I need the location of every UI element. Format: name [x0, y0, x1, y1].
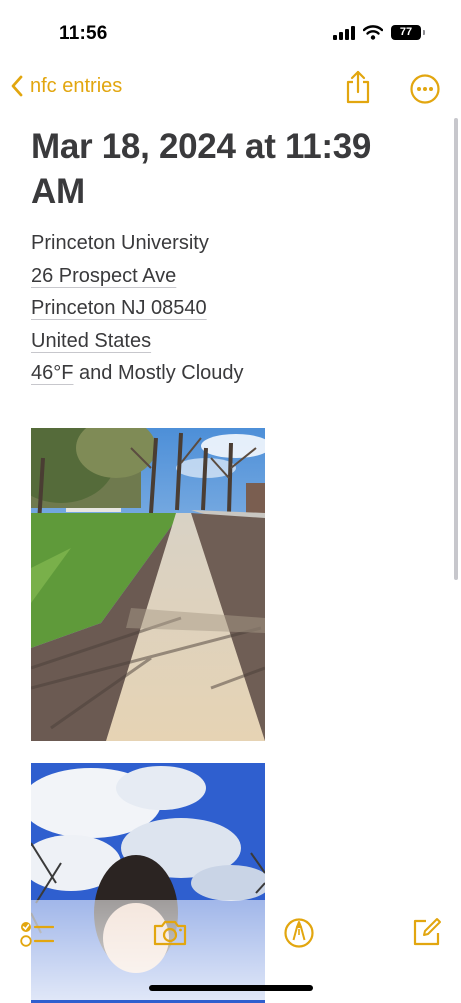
note-title: Mar 18, 2024 at 11:39 AM	[31, 127, 372, 211]
share-button[interactable]	[343, 70, 373, 109]
status-bar: 11:56 77	[0, 0, 461, 66]
note-location-block: Princeton University 26 Prospect Ave Pri…	[31, 227, 431, 390]
sidewalk-photo-image	[31, 428, 265, 741]
checklist-button[interactable]	[20, 920, 55, 953]
chevron-left-icon	[11, 75, 23, 97]
markup-pen-icon	[284, 918, 314, 948]
more-icon	[410, 74, 440, 104]
share-icon	[346, 70, 370, 104]
more-button[interactable]	[409, 73, 441, 110]
address-city-link[interactable]: Princeton NJ 08540	[31, 297, 207, 319]
wifi-icon	[363, 25, 383, 40]
nav-bar: nfc entries	[0, 66, 461, 112]
status-time: 11:56	[59, 23, 108, 44]
camera-icon	[153, 920, 187, 946]
temperature-link[interactable]: 46°F	[31, 362, 73, 384]
back-button[interactable]: nfc entries	[10, 74, 122, 98]
battery-level: 77	[399, 26, 413, 38]
back-label: nfc entries	[30, 74, 123, 97]
checklist-icon	[20, 922, 55, 947]
cellular-signal-icon	[333, 25, 355, 40]
address-country-link[interactable]: United States	[31, 330, 151, 352]
address-street-link[interactable]: 26 Prospect Ave	[31, 265, 176, 287]
compose-icon	[413, 918, 441, 946]
weather-text: and Mostly Cloudy	[73, 362, 244, 385]
battery-icon: 77	[391, 25, 425, 40]
compose-button[interactable]	[411, 916, 443, 953]
home-indicator[interactable]	[149, 985, 313, 991]
scroll-indicator[interactable]	[454, 118, 458, 580]
status-icons: 77	[333, 25, 425, 40]
sidewalk-photo[interactable]	[31, 428, 265, 741]
markup-button[interactable]	[283, 917, 315, 954]
organization-text: Princeton University	[31, 232, 209, 254]
camera-button[interactable]	[152, 919, 188, 952]
note-body[interactable]: Mar 18, 2024 at 11:39 AM Princeton Unive…	[31, 124, 431, 390]
